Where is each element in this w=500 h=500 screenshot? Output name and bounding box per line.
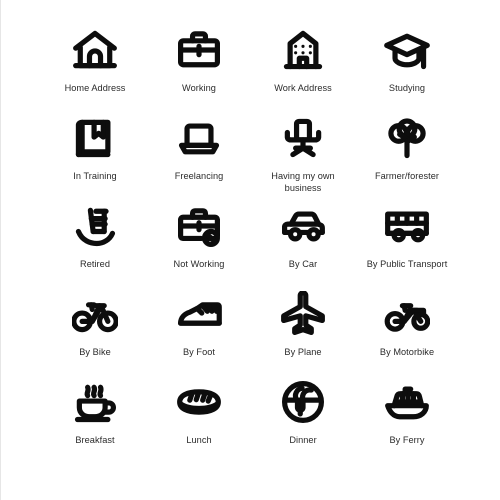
airplane-icon[interactable] [275, 286, 331, 342]
office-building-icon[interactable] [275, 22, 331, 78]
icon-label: Work Address [274, 83, 332, 93]
icon-cell[interactable]: Lunch [147, 374, 251, 462]
graduation-cap-icon[interactable] [379, 22, 435, 78]
icon-cell[interactable]: In Training [43, 110, 147, 198]
laptop-icon[interactable] [171, 110, 227, 166]
icon-cell[interactable]: Breakfast [43, 374, 147, 462]
car-icon[interactable] [275, 198, 331, 254]
icon-cell[interactable]: By Motorbike [355, 286, 459, 374]
icon-grid: Home Address Working Work Address Studying I… [43, 22, 459, 462]
icon-cell[interactable]: Studying [355, 22, 459, 110]
icon-sheet: Home Address Working Work Address Studying I… [0, 0, 500, 500]
icon-label: By Motorbike [379, 347, 435, 357]
icon-cell[interactable]: By Ferry [355, 374, 459, 462]
icon-label: Farmer/forester [374, 171, 440, 181]
motorbike-icon[interactable] [379, 286, 435, 342]
house-icon[interactable] [67, 22, 123, 78]
icon-label: Working [182, 83, 216, 93]
sandwich-icon[interactable] [171, 374, 227, 430]
icon-label: Dinner [289, 435, 317, 445]
icon-cell[interactable]: Home Address [43, 22, 147, 110]
briefcase-blocked-icon[interactable] [171, 198, 227, 254]
icon-label: Having my own business [271, 171, 335, 193]
ferry-boat-icon[interactable] [379, 374, 435, 430]
icon-cell[interactable]: Working [147, 22, 251, 110]
icon-label: Freelancing [174, 171, 224, 181]
tree-icon[interactable] [379, 110, 435, 166]
icon-cell[interactable]: By Plane [251, 286, 355, 374]
icon-label: By Public Transport [366, 259, 448, 269]
icon-label: By Ferry [389, 435, 425, 445]
icon-label: Retired [80, 259, 110, 269]
office-chair-icon[interactable] [275, 110, 331, 166]
book-bookmark-icon[interactable] [67, 110, 123, 166]
bicycle-icon[interactable] [67, 286, 123, 342]
icon-label: Not Working [173, 259, 225, 269]
icon-cell[interactable]: Freelancing [147, 110, 251, 198]
icon-label: By Foot [182, 347, 215, 357]
coffee-cup-icon[interactable] [67, 374, 123, 430]
pasta-bowl-icon[interactable] [275, 374, 331, 430]
icon-label: Breakfast [75, 435, 115, 445]
icon-label: By Plane [284, 347, 322, 357]
icon-cell[interactable]: Retired [43, 198, 147, 286]
sneaker-icon[interactable] [171, 286, 227, 342]
icon-cell[interactable]: Dinner [251, 374, 355, 462]
icon-label: By Car [288, 259, 318, 269]
icon-cell[interactable]: By Car [251, 198, 355, 286]
icon-label: Home Address [64, 83, 126, 93]
icon-cell[interactable]: Work Address [251, 22, 355, 110]
bus-icon[interactable] [379, 198, 435, 254]
icon-cell[interactable]: By Bike [43, 286, 147, 374]
icon-cell[interactable]: Having my own business [251, 110, 355, 198]
icon-cell[interactable]: Farmer/forester [355, 110, 459, 198]
icon-cell[interactable]: By Foot [147, 286, 251, 374]
rocking-chair-icon[interactable] [67, 198, 123, 254]
icon-label: In Training [73, 171, 117, 181]
icon-label: Studying [388, 83, 426, 93]
icon-label: Lunch [186, 435, 212, 445]
briefcase-icon[interactable] [171, 22, 227, 78]
icon-cell[interactable]: Not Working [147, 198, 251, 286]
icon-label: By Bike [79, 347, 111, 357]
icon-cell[interactable]: By Public Transport [355, 198, 459, 286]
